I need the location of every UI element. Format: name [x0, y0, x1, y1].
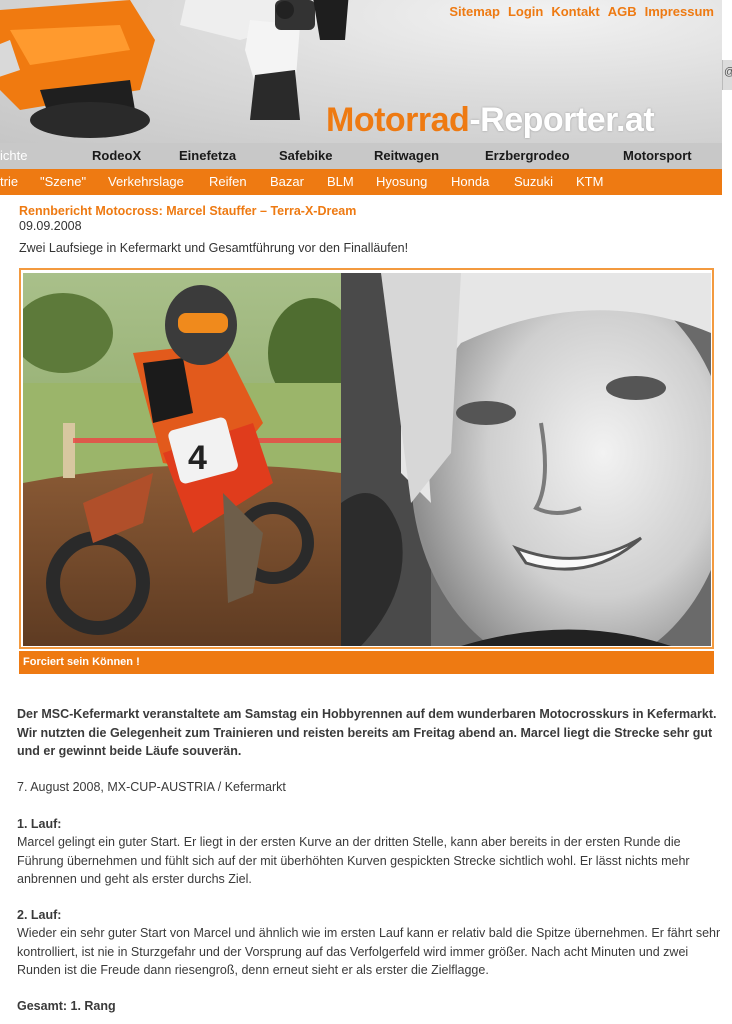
nav2-item-reifen[interactable]: Reifen	[209, 174, 247, 189]
lauf1-heading: 1. Lauf:	[17, 817, 62, 831]
kontakt-link[interactable]: Kontakt	[551, 4, 599, 19]
photo-caption: Forciert sein Können !	[23, 656, 140, 668]
logo-part-motorrad: Motorrad	[326, 101, 470, 139]
article-title[interactable]: Rennbericht Motocross: Marcel Stauffer –…	[19, 204, 356, 218]
sitemap-link[interactable]: Sitemap	[449, 4, 500, 19]
motocross-rider-photo: 4	[23, 273, 341, 646]
photo-caption-bar: Forciert sein Können !	[19, 651, 714, 674]
nav-item-berichte[interactable]: ichte	[0, 148, 27, 163]
secondary-nav: trie "Szene" Verkehrslage Reifen Bazar B…	[0, 169, 722, 195]
nav2-item-ktm[interactable]: KTM	[576, 174, 603, 189]
logo-part-reporter: -Reporter.at	[469, 101, 655, 139]
site-header: Sitemap Login Kontakt AGB Impressum Moto…	[0, 0, 722, 143]
top-links: Sitemap Login Kontakt AGB Impressum	[449, 4, 714, 19]
browser-edge-icon: @	[722, 60, 732, 90]
nav-item-motorsport[interactable]: Motorsport	[623, 148, 692, 163]
boy-portrait-illustration	[341, 273, 711, 646]
header-motorcycle-image	[0, 0, 155, 138]
nav2-item-honda[interactable]: Honda	[451, 174, 489, 189]
lauf2-heading: 2. Lauf:	[17, 908, 62, 922]
nav-item-safebike[interactable]: Safebike	[279, 148, 332, 163]
nav2-item-blm[interactable]: BLM	[327, 174, 354, 189]
impressum-link[interactable]: Impressum	[645, 4, 714, 19]
article-lead: Zwei Laufsiege in Kefermarkt und Gesamtf…	[19, 241, 409, 255]
login-link[interactable]: Login	[508, 4, 543, 19]
nav-item-reitwagen[interactable]: Reitwagen	[374, 148, 439, 163]
nav2-item-hyosung[interactable]: Hyosung	[376, 174, 427, 189]
article-photo-frame: 4	[19, 268, 714, 649]
boy-portrait-photo	[341, 273, 711, 646]
agb-link[interactable]: AGB	[608, 4, 637, 19]
nav2-item-verkehrslage[interactable]: Verkehrslage	[108, 174, 184, 189]
site-logo[interactable]: Motorrad-Reporter.at	[326, 100, 655, 140]
header-rider-image	[180, 0, 349, 120]
article-meta: 7. August 2008, MX-CUP-AUSTRIA / Keferma…	[17, 780, 286, 794]
nav2-item-bazar[interactable]: Bazar	[270, 174, 304, 189]
nav2-item-industrie[interactable]: trie	[0, 174, 18, 189]
nav2-item-suzuki[interactable]: Suzuki	[514, 174, 553, 189]
edge-glyph: @	[724, 66, 732, 78]
article-date: 09.09.2008	[19, 219, 82, 233]
article-intro: Der MSC-Kefermarkt veranstaltete am Sams…	[17, 707, 717, 758]
lauf1-text: Marcel gelingt ein guter Start. Er liegt…	[17, 835, 690, 886]
race-number: 4	[188, 439, 207, 477]
motocross-rider-illustration: 4	[23, 273, 341, 646]
primary-nav: ichte RodeoX Einefetza Safebike Reitwage…	[0, 143, 722, 169]
gesamt-result: Gesamt: 1. Rang	[17, 999, 116, 1013]
nav-item-rodeox[interactable]: RodeoX	[92, 148, 141, 163]
lauf2-text: Wieder ein sehr guter Start von Marcel u…	[17, 926, 721, 977]
nav-item-erzbergrodeo[interactable]: Erzbergrodeo	[485, 148, 570, 163]
nav2-item-szene[interactable]: "Szene"	[40, 174, 86, 189]
nav-item-einefetza[interactable]: Einefetza	[179, 148, 236, 163]
